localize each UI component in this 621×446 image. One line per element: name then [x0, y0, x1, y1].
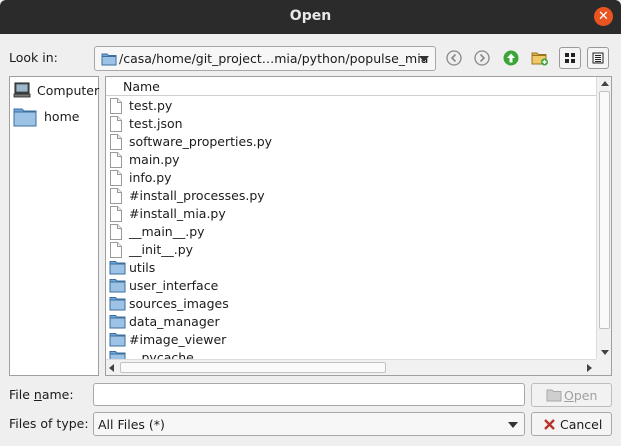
parent-directory-button[interactable]: [500, 47, 522, 69]
folder-icon: [109, 296, 126, 314]
list-item-name: utils: [129, 260, 156, 275]
open-file-dialog: Open ✕ Look in: /casa/home/git_project…m…: [0, 0, 621, 446]
list-item-name: software_properties.py: [129, 134, 273, 149]
sidebar-item-label: Computer: [37, 83, 100, 98]
folder-icon: [13, 108, 37, 127]
list-item-name: test.json: [129, 116, 183, 131]
list-item[interactable]: #image_viewer: [106, 331, 596, 349]
list-item[interactable]: __pycache__: [106, 349, 596, 359]
files-of-type-combobox[interactable]: All Files (*): [93, 412, 525, 436]
files-of-type-value: All Files (*): [98, 417, 165, 432]
list-item-name: info.py: [129, 170, 172, 185]
forward-button[interactable]: [471, 47, 493, 69]
sidebar-item-computer[interactable]: Computer: [13, 81, 100, 101]
cancel-button[interactable]: Cancel: [531, 412, 612, 436]
list-item-name: data_manager: [129, 314, 220, 329]
open-button-label: Open: [564, 388, 597, 403]
sidebar-item-label: home: [44, 109, 80, 124]
list-item-name: __main__.py: [129, 224, 205, 239]
file-name-label-part: File: [9, 387, 34, 402]
list-item[interactable]: info.py: [106, 169, 596, 187]
list-view-button[interactable]: [559, 47, 581, 69]
list-item[interactable]: #install_processes.py: [106, 187, 596, 205]
chevron-down-icon: [419, 56, 429, 62]
file-name-label-part: ame:: [41, 387, 74, 402]
folder-icon: [109, 314, 126, 332]
scroll-left-icon[interactable]: [109, 364, 114, 372]
computer-icon: [13, 82, 31, 98]
list-item[interactable]: sources_images: [106, 295, 596, 313]
parent-directory-icon: [503, 50, 519, 66]
list-item-name: sources_images: [129, 296, 229, 311]
list-item-name: #image_viewer: [129, 332, 227, 347]
files-of-type-label: Files of type:: [9, 416, 89, 431]
vertical-scroll-thumb[interactable]: [599, 91, 610, 329]
scrollbar-corner: [596, 359, 611, 375]
open-button-mnemonic: O: [564, 388, 574, 403]
list-item-name: user_interface: [129, 278, 219, 293]
look-in-label: Look in:: [9, 50, 58, 65]
list-item[interactable]: main.py: [106, 151, 596, 169]
scroll-right-icon[interactable]: [587, 364, 592, 372]
close-icon[interactable]: ✕: [594, 7, 613, 26]
list-item-name: main.py: [129, 152, 180, 167]
list-view-icon: [565, 53, 575, 63]
scroll-down-icon[interactable]: [601, 350, 609, 355]
folder-icon: [109, 278, 126, 296]
file-name-label: File name:: [9, 387, 74, 402]
look-in-combobox[interactable]: /casa/home/git_project…mia/python/populs…: [94, 46, 436, 71]
list-item-name: #install_mia.py: [129, 206, 226, 221]
vertical-scrollbar[interactable]: [596, 77, 611, 359]
open-button[interactable]: Open: [531, 383, 612, 407]
file-name-input[interactable]: [93, 383, 525, 406]
places-sidebar: Computer home: [9, 76, 99, 376]
back-button[interactable]: [443, 47, 465, 69]
new-folder-icon: [531, 52, 548, 66]
window-title: Open: [289, 8, 332, 24]
cancel-button-label: Cancel: [560, 417, 603, 432]
list-item[interactable]: data_manager: [106, 313, 596, 331]
list-item-name: #install_processes.py: [129, 188, 265, 203]
list-item[interactable]: utils: [106, 259, 596, 277]
new-folder-button[interactable]: [529, 47, 551, 69]
cancel-x-icon: [544, 419, 555, 430]
list-item[interactable]: __main__.py: [106, 223, 596, 241]
list-item[interactable]: #install_mia.py: [106, 205, 596, 223]
list-item[interactable]: software_properties.py: [106, 133, 596, 151]
folder-icon: [109, 332, 126, 350]
list-item[interactable]: test.json: [106, 115, 596, 133]
folder-icon: [109, 350, 126, 359]
horizontal-scrollbar[interactable]: [106, 359, 596, 375]
folder-icon: [109, 260, 126, 278]
open-button-label-rest: pen: [573, 388, 598, 403]
list-item-name: test.py: [129, 98, 173, 113]
forward-arrow-icon: [474, 50, 490, 66]
file-list: test.py test.json software_properties.pyma…: [106, 96, 596, 359]
list-item[interactable]: __init__.py: [106, 241, 596, 259]
list-item[interactable]: user_interface: [106, 277, 596, 295]
file-name-label-mnemonic: n: [33, 387, 42, 402]
look-in-path: /casa/home/git_project…mia/python/populs…: [119, 51, 429, 66]
scroll-up-icon[interactable]: [601, 81, 609, 86]
list-item-name: __init__.py: [129, 242, 194, 257]
column-header-name[interactable]: Name: [106, 77, 596, 96]
back-arrow-icon: [446, 50, 462, 66]
sidebar-item-home[interactable]: home: [13, 107, 97, 127]
horizontal-scroll-thumb[interactable]: [120, 362, 386, 373]
folder-open-icon: [546, 389, 562, 402]
detail-view-icon: [592, 52, 604, 64]
list-item[interactable]: test.py: [106, 97, 596, 115]
detail-view-button[interactable]: [587, 47, 609, 69]
folder-icon: [101, 53, 117, 66]
chevron-down-icon: [508, 422, 518, 428]
file-list-view: Name test.py test.json software_properties…: [105, 76, 612, 376]
list-item-name: __pycache__: [129, 350, 207, 359]
column-header-label: Name: [123, 79, 160, 94]
title-bar: Open ✕: [0, 0, 621, 34]
